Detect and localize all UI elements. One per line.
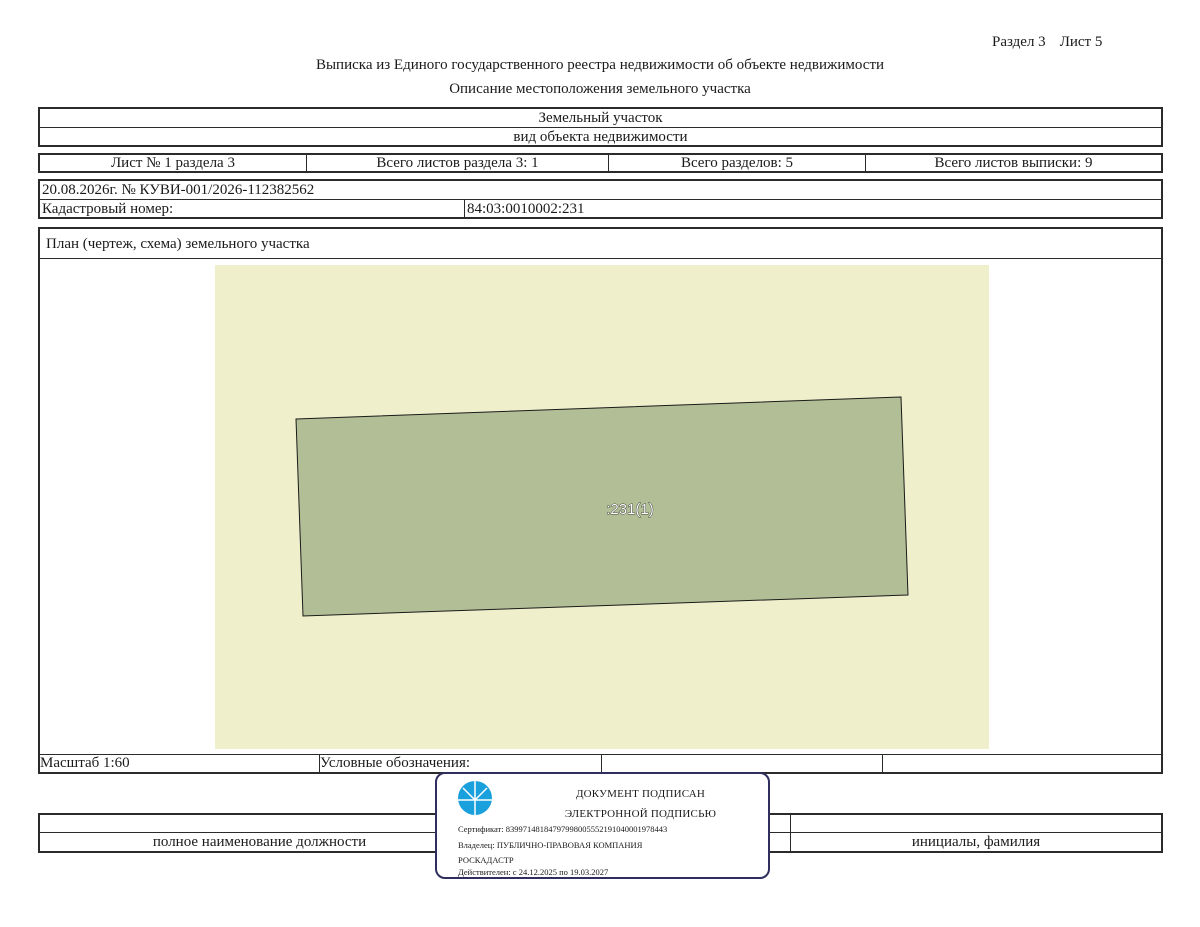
cadastral-value: 84:03:0010002:231 bbox=[467, 201, 585, 217]
scale-label: Масштаб 1:60 bbox=[40, 755, 320, 772]
name-caption: инициалы, фамилия bbox=[911, 834, 1041, 850]
legend-cell-2 bbox=[883, 755, 1161, 772]
section-sheet-ref: Раздел 3 Лист 5 bbox=[992, 34, 1102, 51]
document-title: Выписка из Единого государственного реес… bbox=[315, 57, 885, 73]
stamp-owner-1: Владелец: ПУБЛИЧНО-ПРАВОВАЯ КОМПАНИЯ bbox=[458, 840, 643, 850]
stamp-certificate: Сертификат: 8399714818479799800555219104… bbox=[458, 824, 668, 834]
plan-block: План (чертеж, схема) земельного участка … bbox=[38, 227, 1163, 774]
date-number: 20.08.2026г. № КУВИ-001/2026-112382562 bbox=[40, 181, 1161, 200]
total-section-sheets: Всего листов раздела 3: 1 bbox=[307, 155, 609, 171]
stamp-valid: Действителен: с 24.12.2025 по 19.03.2027 bbox=[458, 867, 609, 877]
document-subtitle: Описание местоположения земельного участ… bbox=[449, 81, 751, 97]
cadastral-label: Кадастровый номер: bbox=[40, 200, 465, 218]
sheets-row: Лист № 1 раздела 3 Всего листов раздела … bbox=[38, 153, 1163, 173]
object-type-caption: вид объекта недвижимости bbox=[40, 127, 1161, 146]
section-number: Раздел 3 bbox=[992, 34, 1046, 50]
parcel-label: :231(1) bbox=[606, 501, 654, 518]
legend-label: Условные обозначения: bbox=[320, 755, 602, 772]
name-field bbox=[791, 815, 1161, 832]
object-name: Земельный участок bbox=[538, 110, 663, 126]
meta-block: 20.08.2026г. № КУВИ-001/2026-112382562 К… bbox=[38, 179, 1163, 219]
stamp-line-2: ЭЛЕКТРОННОЙ ПОДПИСЬЮ bbox=[564, 808, 717, 820]
plan-drawing: :231(1) bbox=[215, 265, 989, 749]
stamp-owner-2: РОСКАДАСТР bbox=[458, 855, 514, 865]
object-type-block: Земельный участок вид объекта недвижимос… bbox=[38, 107, 1163, 147]
sheet-of-section: Лист № 1 раздела 3 bbox=[40, 155, 307, 171]
land-parcel-polygon[interactable] bbox=[295, 396, 909, 617]
total-extract-sheets: Всего листов выписки: 9 bbox=[934, 155, 1093, 171]
plan-heading: План (чертеж, схема) земельного участка bbox=[40, 229, 1161, 259]
position-caption: полное наименование должности bbox=[40, 833, 480, 851]
plan-footer: Масштаб 1:60 Условные обозначения: bbox=[40, 754, 1161, 772]
electronic-signature-stamp: ДОКУМЕНТ ПОДПИСАН ЭЛЕКТРОННОЙ ПОДПИСЬЮ С… bbox=[435, 772, 770, 879]
stamp-line-1: ДОКУМЕНТ ПОДПИСАН bbox=[575, 788, 706, 800]
sheet-number: Лист 5 bbox=[1059, 34, 1103, 50]
total-sections: Всего разделов: 5 bbox=[609, 155, 866, 171]
legend-cell-1 bbox=[602, 755, 883, 772]
